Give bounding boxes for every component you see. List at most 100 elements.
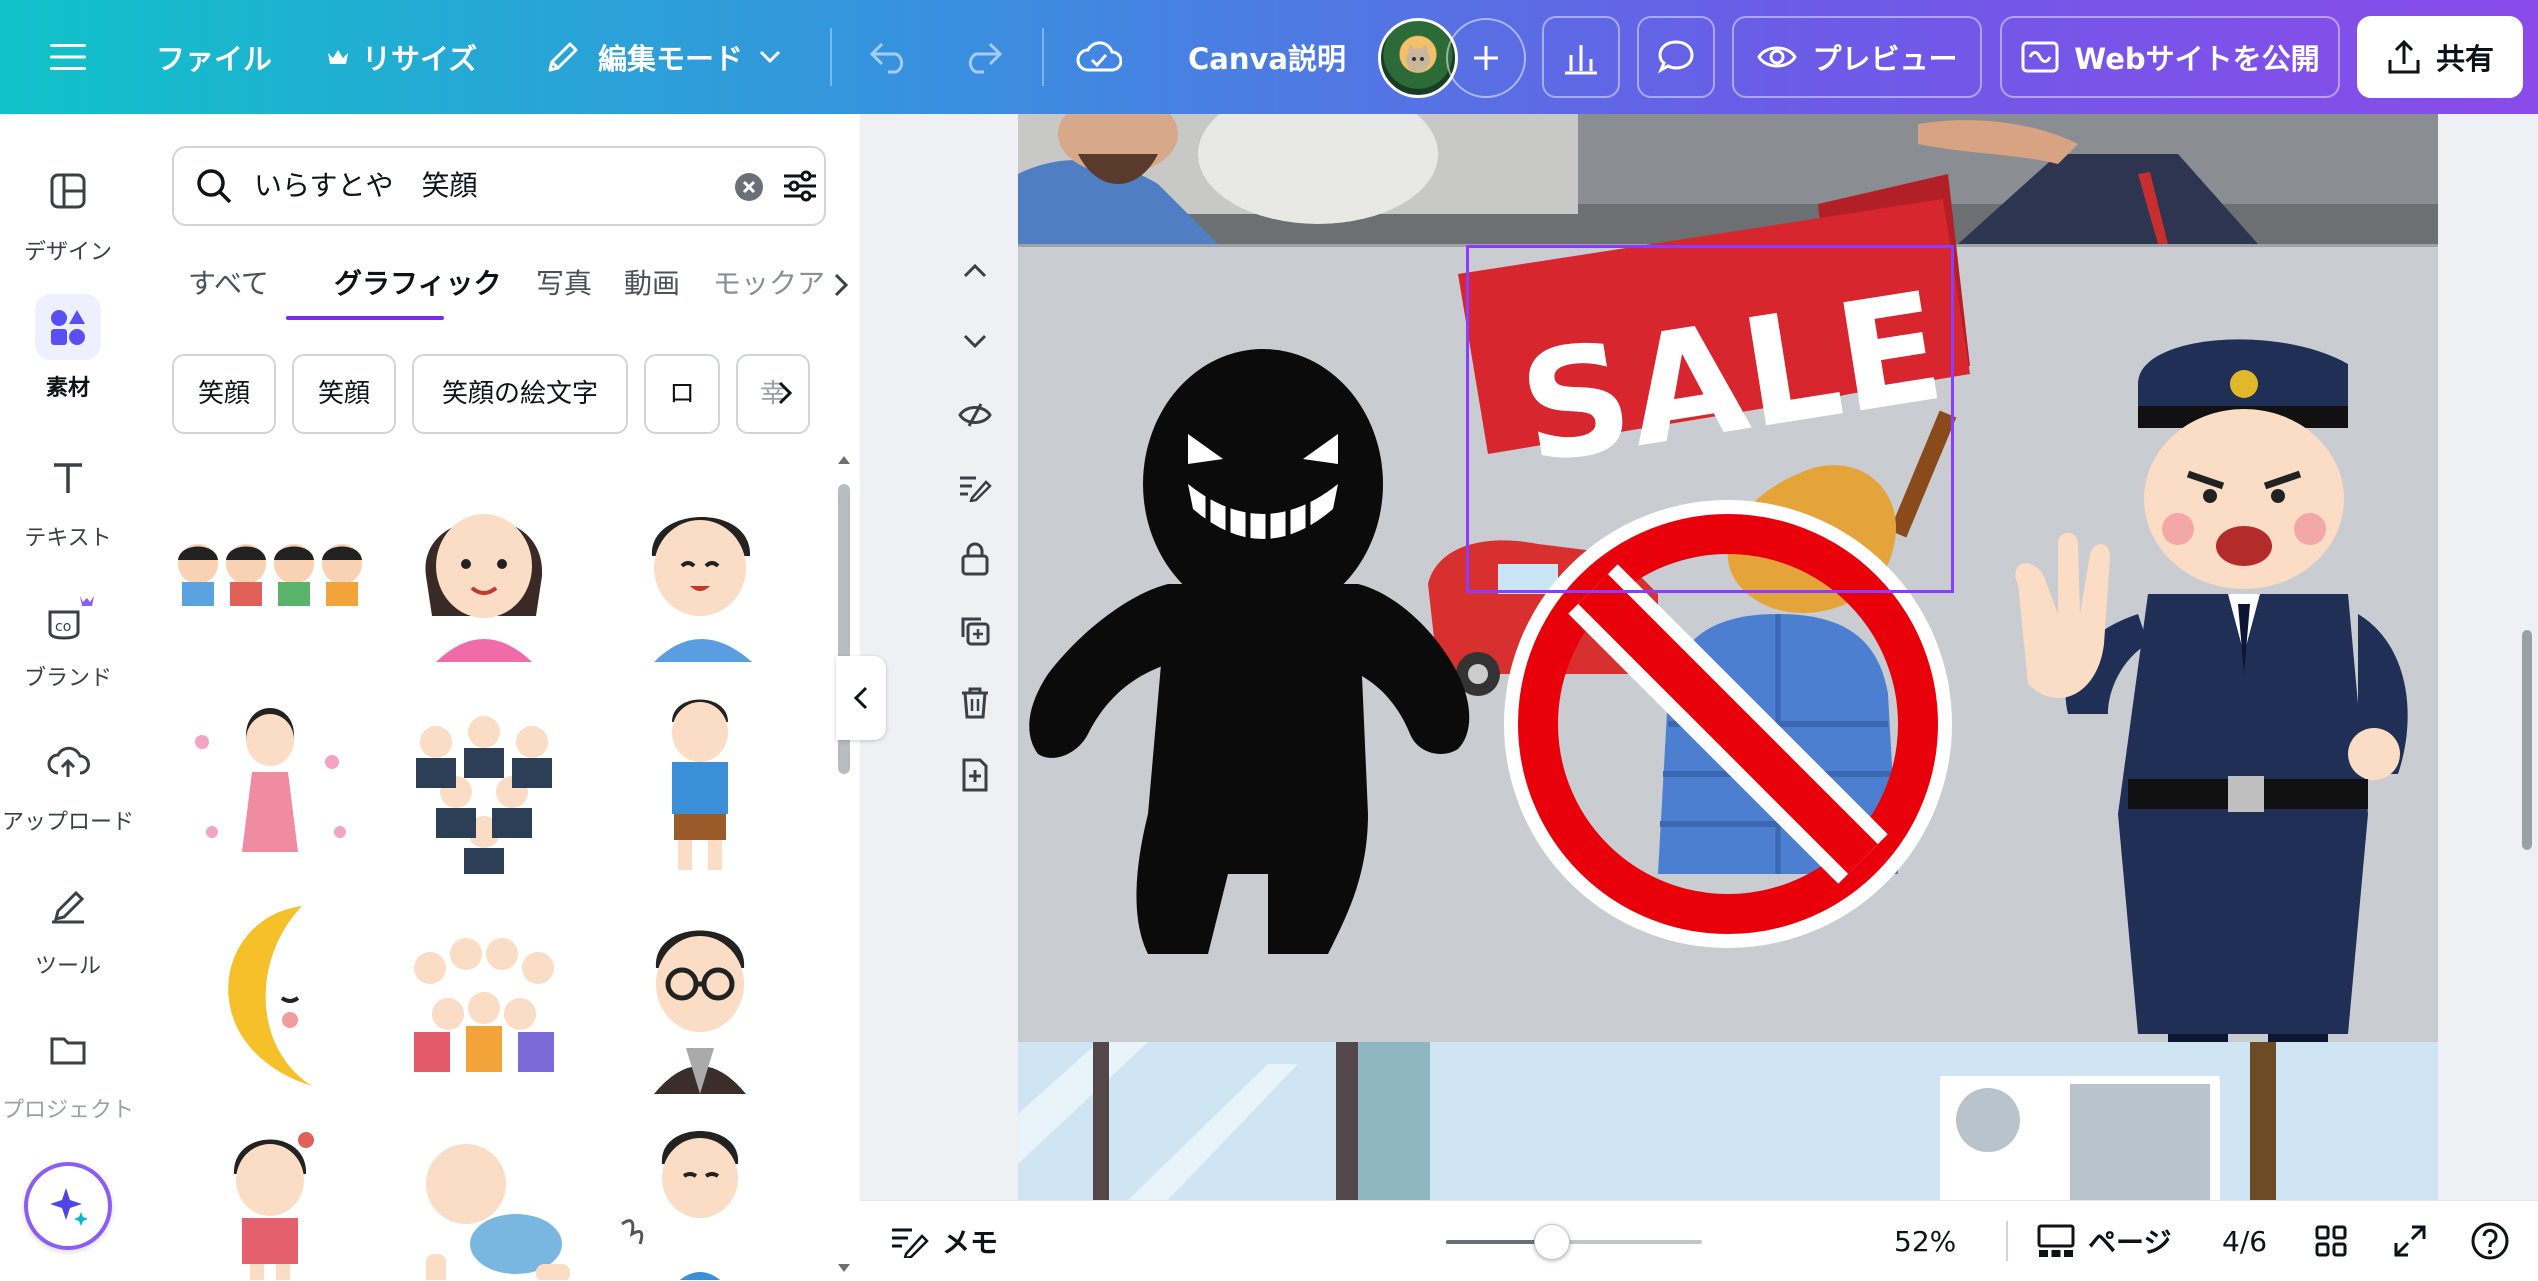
graphic-thumbnail[interactable] bbox=[172, 1114, 368, 1280]
tab-all[interactable]: すべて bbox=[188, 254, 269, 314]
pages-button[interactable]: ページ bbox=[2036, 1201, 2171, 1281]
rail-label-brand: ブランド bbox=[23, 666, 112, 691]
graphic-thumbnail[interactable] bbox=[602, 466, 798, 662]
redo-icon bbox=[968, 42, 1003, 74]
shapes-icon bbox=[35, 294, 101, 360]
rail-item-brand[interactable]: co ブランド bbox=[0, 584, 136, 704]
redo-button[interactable] bbox=[962, 0, 1004, 114]
graphic-thumbnail[interactable] bbox=[602, 898, 798, 1094]
graphic-thumbnail[interactable] bbox=[172, 466, 368, 662]
pen-tool-icon bbox=[35, 872, 101, 938]
tab-graphics[interactable]: グラフィック bbox=[334, 254, 501, 314]
tab-videos[interactable]: 動画 bbox=[624, 254, 680, 314]
rail-item-upload[interactable]: アップロード bbox=[0, 728, 136, 848]
cat-face-icon bbox=[1406, 44, 1430, 72]
move-page-up-button[interactable] bbox=[945, 246, 1005, 296]
design-title[interactable]: Canva説明 bbox=[1188, 0, 1346, 114]
suggestion-chip[interactable]: 笑顔 bbox=[172, 354, 276, 434]
preview-button[interactable]: プレビュー bbox=[1732, 16, 1982, 98]
rail-label-tools: ツール bbox=[34, 954, 101, 979]
resize-label: リサイズ bbox=[362, 42, 478, 76]
page-notes-button[interactable] bbox=[945, 462, 1005, 512]
left-rail: デザイン 素材 テキスト co ブランド アップロード ツール プロジェクト bbox=[0, 114, 136, 1280]
expand-icon bbox=[2394, 1225, 2426, 1257]
website-icon bbox=[2021, 41, 2059, 73]
graphic-thumbnail[interactable] bbox=[602, 1114, 798, 1280]
publish-website-button[interactable]: Webサイトを公開 bbox=[2000, 16, 2340, 98]
undo-icon bbox=[869, 42, 904, 74]
help-button[interactable] bbox=[2470, 1201, 2510, 1281]
move-page-down-button[interactable] bbox=[945, 316, 1005, 366]
zoom-level[interactable]: 52% bbox=[1894, 1201, 1956, 1281]
panel-scrollbar[interactable] bbox=[836, 452, 852, 1280]
zoom-slider-knob[interactable] bbox=[1534, 1224, 1570, 1260]
graphic-thumbnail[interactable] bbox=[602, 682, 798, 878]
filter-icon[interactable] bbox=[782, 168, 818, 204]
rail-item-tools[interactable]: ツール bbox=[0, 872, 136, 992]
suggestion-chip[interactable]: ロ bbox=[644, 354, 720, 434]
scroll-down-icon bbox=[838, 1264, 850, 1272]
chevron-right-icon[interactable] bbox=[832, 272, 850, 298]
notes-label: メモ bbox=[942, 1226, 999, 1259]
edit-mode-dropdown[interactable]: 編集モード bbox=[544, 0, 781, 114]
publish-label: Webサイトを公開 bbox=[2074, 42, 2320, 76]
grid-view-button[interactable] bbox=[2314, 1201, 2348, 1281]
magic-assistant-button[interactable] bbox=[24, 1162, 112, 1250]
upload-share-icon bbox=[2388, 39, 2420, 74]
pencil-icon bbox=[548, 42, 578, 72]
fullscreen-button[interactable] bbox=[2392, 1201, 2428, 1281]
add-page-icon bbox=[962, 758, 988, 792]
preview-label: プレビュー bbox=[1812, 42, 1958, 76]
tab-mockups[interactable]: モックア bbox=[713, 254, 835, 314]
lock-page-button[interactable] bbox=[945, 534, 1005, 584]
graphic-thumbnail[interactable] bbox=[172, 682, 368, 878]
zoom-slider[interactable] bbox=[1446, 1240, 1702, 1244]
undo-button[interactable] bbox=[868, 0, 910, 114]
graphic-thumbnail[interactable] bbox=[386, 1114, 582, 1280]
category-tabs: すべて グラフィック 写真 動画 モックア bbox=[172, 254, 852, 324]
save-status[interactable] bbox=[1076, 0, 1122, 114]
graphic-thumbnail[interactable] bbox=[172, 898, 368, 1094]
graphic-thumbnail[interactable] bbox=[386, 682, 582, 878]
sparkle-icon bbox=[50, 1188, 88, 1226]
comment-button[interactable] bbox=[1637, 16, 1715, 98]
chevron-up-icon bbox=[963, 263, 987, 278]
add-collaborator-button[interactable] bbox=[1446, 18, 1526, 98]
insights-button[interactable] bbox=[1542, 16, 1620, 98]
tab-photos[interactable]: 写真 bbox=[536, 254, 592, 314]
clear-icon[interactable] bbox=[734, 172, 764, 202]
eye-off-icon bbox=[958, 403, 992, 427]
duplicate-icon bbox=[961, 617, 990, 646]
resize-button[interactable]: リサイズ bbox=[326, 0, 477, 114]
delete-page-button[interactable] bbox=[945, 678, 1005, 728]
folder-icon bbox=[35, 1016, 101, 1082]
search-input[interactable]: いらすとや 笑顔 bbox=[254, 148, 477, 224]
hide-page-button[interactable] bbox=[945, 390, 1005, 440]
rail-item-design[interactable]: デザイン bbox=[0, 158, 136, 278]
chevron-right-icon[interactable] bbox=[776, 380, 794, 406]
search-icon bbox=[197, 169, 232, 204]
grid-icon bbox=[2315, 1225, 2347, 1257]
suggestion-chip[interactable]: 笑顔 bbox=[292, 354, 396, 434]
collapse-panel-button[interactable] bbox=[836, 656, 886, 740]
bar-chart-icon bbox=[1565, 45, 1597, 75]
selection-frame[interactable] bbox=[1466, 245, 1954, 593]
rail-item-elements[interactable]: 素材 bbox=[0, 294, 136, 414]
rail-item-text[interactable]: テキスト bbox=[0, 444, 136, 564]
menu-button[interactable] bbox=[48, 0, 88, 114]
duplicate-page-button[interactable] bbox=[945, 606, 1005, 656]
rail-item-projects[interactable]: プロジェクト bbox=[0, 1016, 136, 1136]
suggestion-chip[interactable]: 笑顔の絵文字 bbox=[412, 354, 628, 434]
graphic-thumbnail[interactable] bbox=[386, 898, 582, 1094]
pages-icon bbox=[2037, 1224, 2075, 1257]
notes-button[interactable]: メモ bbox=[890, 1201, 998, 1281]
eye-icon bbox=[1757, 46, 1798, 68]
file-menu[interactable]: ファイル bbox=[156, 0, 272, 114]
page-counter[interactable]: 4/6 bbox=[2222, 1201, 2267, 1281]
graphic-thumbnail[interactable] bbox=[386, 466, 582, 662]
share-button[interactable]: 共有 bbox=[2357, 16, 2523, 98]
search-box[interactable]: いらすとや 笑顔 bbox=[172, 146, 826, 226]
suggestion-chip[interactable]: 幸 bbox=[736, 354, 810, 434]
add-page-button[interactable] bbox=[945, 750, 1005, 800]
canvas-scrollbar[interactable] bbox=[2522, 630, 2532, 850]
